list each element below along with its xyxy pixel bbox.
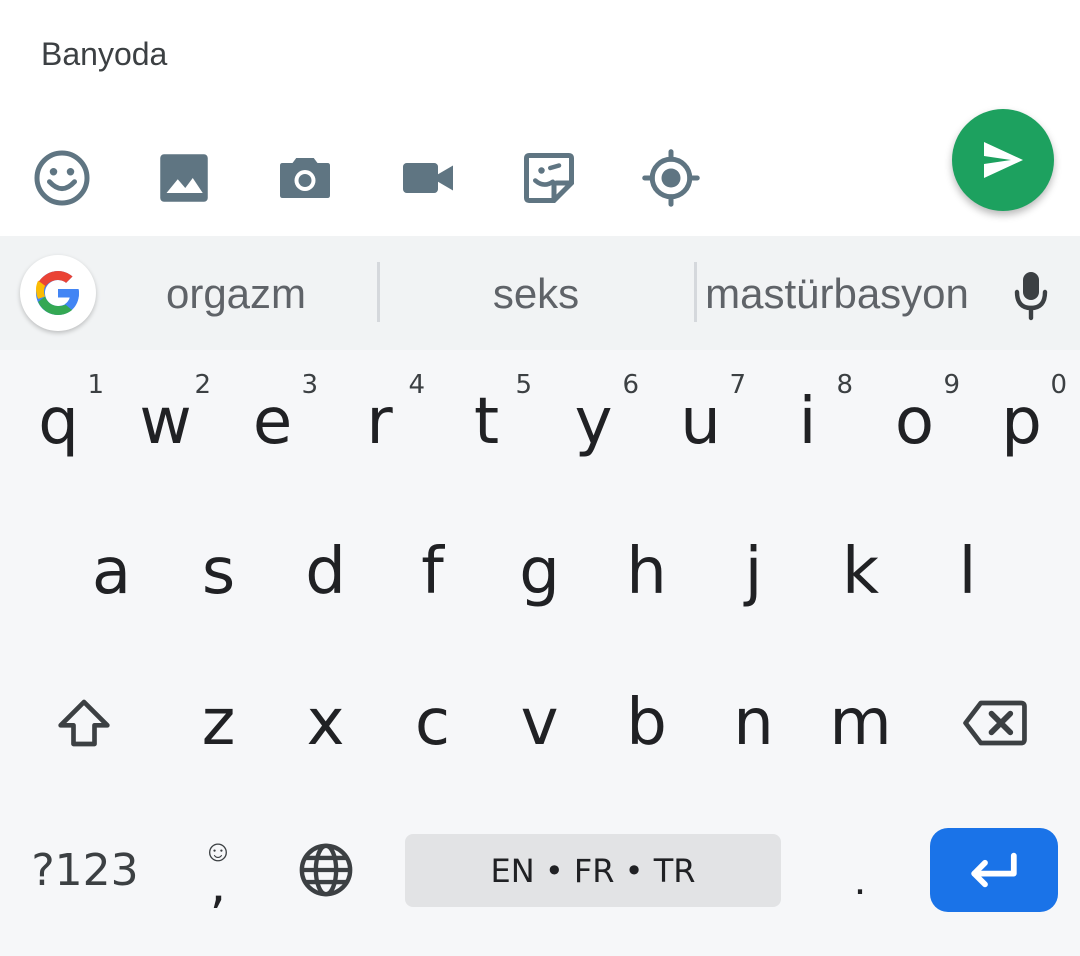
suggestion-strip: orgazm seks mastürbasyon	[0, 236, 1080, 350]
key-label: n	[733, 686, 774, 760]
key-p[interactable]: p 0	[968, 370, 1075, 472]
period-key[interactable]: .	[820, 820, 900, 920]
key-b[interactable]: b	[593, 673, 700, 773]
key-number-hint: 3	[301, 370, 318, 400]
suggestion-1[interactable]: orgazm	[120, 264, 352, 324]
shift-key[interactable]	[40, 673, 128, 773]
suggestion-3[interactable]: mastürbasyon	[705, 264, 969, 324]
key-label: j	[744, 535, 763, 609]
microphone-icon	[1014, 272, 1048, 321]
key-number-hint: 6	[622, 370, 639, 400]
key-label: s	[201, 535, 236, 609]
key-r[interactable]: r 4	[326, 370, 433, 472]
key-v[interactable]: v	[486, 673, 593, 773]
send-icon	[984, 142, 1023, 178]
suggestion-divider	[694, 262, 697, 322]
location-icon	[642, 149, 700, 207]
google-logo-icon	[36, 271, 79, 315]
key-number-hint: 4	[408, 370, 425, 400]
symbols-key[interactable]: ?123	[20, 820, 150, 920]
location-button[interactable]	[639, 146, 703, 210]
key-number-hint: 2	[194, 370, 211, 400]
key-f[interactable]: f	[379, 522, 486, 622]
key-d[interactable]: d	[272, 522, 379, 622]
camera-icon	[280, 158, 330, 198]
key-label: a	[91, 535, 132, 609]
key-number-hint: 7	[729, 370, 746, 400]
key-x[interactable]: x	[272, 673, 379, 773]
key-label: c	[414, 686, 451, 760]
key-m[interactable]: m	[807, 673, 914, 773]
key-c[interactable]: c	[379, 673, 486, 773]
key-z[interactable]: z	[165, 673, 272, 773]
space-key[interactable]: EN • FR • TR	[405, 834, 781, 907]
message-input[interactable]: Banyoda	[41, 36, 167, 73]
key-label: b	[626, 686, 667, 760]
key-number-hint: 5	[515, 370, 532, 400]
key-o[interactable]: o 9	[861, 370, 968, 472]
keyboard: orgazm seks mastürbasyon q 1 w 2 e 3 r 4…	[0, 236, 1080, 956]
key-label: z	[201, 686, 236, 760]
key-k[interactable]: k	[807, 522, 914, 622]
backspace-key[interactable]	[955, 673, 1035, 773]
sticker-icon	[524, 153, 574, 203]
sticker-button[interactable]	[517, 146, 581, 210]
key-label: l	[958, 535, 977, 609]
comma-key[interactable]: ☺ ,	[176, 820, 260, 920]
emoji-button[interactable]	[30, 146, 94, 210]
key-g[interactable]: g	[486, 522, 593, 622]
key-number-hint: 8	[836, 370, 853, 400]
key-s[interactable]: s	[165, 522, 272, 622]
key-a[interactable]: a	[58, 522, 165, 622]
key-number-hint: 0	[1050, 370, 1067, 400]
backspace-icon	[963, 700, 1027, 746]
suggestion-divider	[377, 262, 380, 322]
video-button[interactable]	[396, 146, 460, 210]
suggestion-2[interactable]: seks	[400, 264, 672, 324]
key-label: x	[306, 686, 345, 760]
voice-input-button[interactable]	[1006, 266, 1056, 326]
message-composer: Banyoda	[0, 0, 1080, 236]
key-label: h	[626, 535, 667, 609]
google-button[interactable]	[20, 255, 96, 331]
shift-icon	[58, 699, 110, 747]
gallery-button[interactable]	[152, 146, 216, 210]
key-number-hint: 1	[87, 370, 104, 400]
key-w[interactable]: w 2	[112, 370, 219, 472]
globe-icon	[299, 843, 353, 897]
key-u[interactable]: u 7	[647, 370, 754, 472]
language-switch-key[interactable]	[280, 820, 372, 920]
key-q[interactable]: q 1	[5, 370, 112, 472]
camera-button[interactable]	[273, 146, 337, 210]
comma-label: ,	[209, 855, 227, 915]
emoji-icon	[34, 150, 90, 206]
key-j[interactable]: j	[700, 522, 807, 622]
key-label: v	[520, 686, 559, 760]
key-label: d	[305, 535, 346, 609]
video-icon	[403, 163, 453, 193]
key-y[interactable]: y 6	[540, 370, 647, 472]
key-label: k	[841, 535, 880, 609]
key-n[interactable]: n	[700, 673, 807, 773]
key-label: f	[421, 535, 444, 609]
key-i[interactable]: i 8	[754, 370, 861, 472]
key-t[interactable]: t 5	[433, 370, 540, 472]
enter-key[interactable]	[930, 828, 1058, 912]
gallery-icon	[160, 154, 208, 202]
key-number-hint: 9	[943, 370, 960, 400]
enter-arrow-icon	[971, 852, 1017, 888]
key-h[interactable]: h	[593, 522, 700, 622]
send-button[interactable]	[952, 109, 1054, 211]
key-e[interactable]: e 3	[219, 370, 326, 472]
key-label: m	[829, 686, 892, 760]
key-l[interactable]: l	[914, 522, 1021, 622]
key-label: g	[519, 535, 560, 609]
